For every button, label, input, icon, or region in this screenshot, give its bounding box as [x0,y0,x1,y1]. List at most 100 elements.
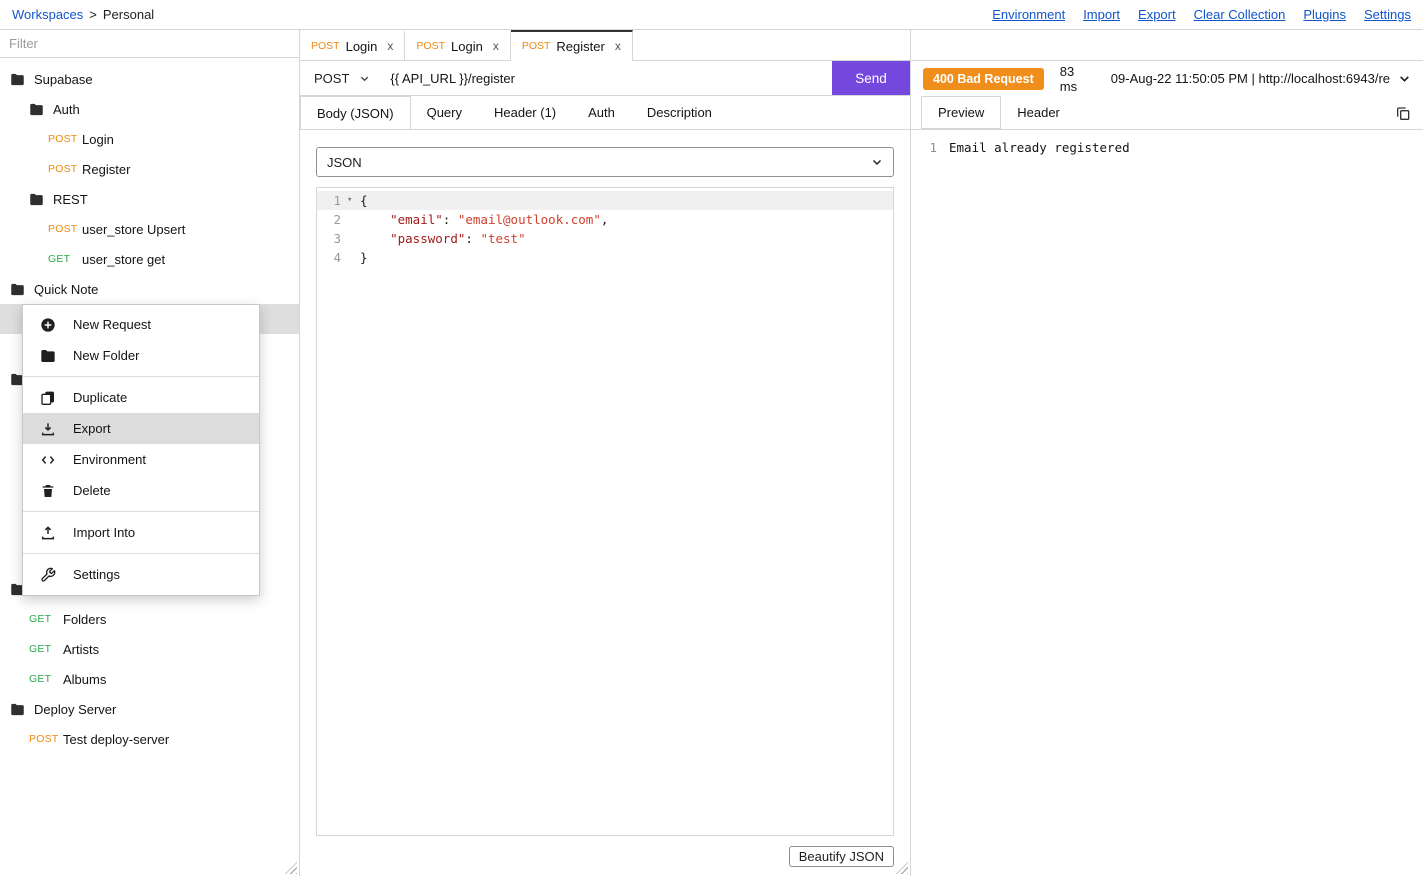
body-type-select[interactable]: JSON [316,147,894,177]
fold-arrow-icon[interactable]: ▾ [347,191,360,210]
tab-post-register[interactable]: POST Register x [510,30,633,61]
chevron-down-icon [359,73,370,84]
response-text: Email already registered [949,140,1130,155]
tab-post-login-2[interactable]: POST Login x [405,30,511,61]
editor-footer: Beautify JSON [300,836,910,876]
request-label: Test deploy-server [63,731,170,747]
tab-auth[interactable]: Auth [572,96,631,130]
url-input[interactable] [384,61,832,95]
settings-link[interactable]: Settings [1364,7,1411,22]
menu-item-label: Import Into [73,525,136,540]
sidebar-folder-deploy-server[interactable]: Deploy Server [0,694,299,724]
close-icon[interactable]: x [615,39,621,53]
menu-item-duplicate[interactable]: Duplicate [23,382,259,413]
response-meta: 09-Aug-22 11:50:05 PM | http://localhost… [1110,71,1390,86]
menu-item-label: New Folder [73,348,140,363]
method-select[interactable]: POST [300,61,384,95]
folder-label: REST [53,191,88,207]
sidebar-folder-rest[interactable]: REST [0,184,299,214]
request-bar: POST Send [300,61,910,96]
tab-post-login-1[interactable]: POST Login x [300,30,406,61]
wrench-icon [40,567,56,583]
editor-line-4: 4 } [317,248,893,267]
body-type-value: JSON [327,154,362,170]
folder-label: Quick Note [34,281,99,297]
menu-item-export[interactable]: Export [23,413,259,444]
menu-item-new-folder[interactable]: New Folder [23,340,259,371]
tab-preview[interactable]: Preview [921,96,1002,129]
tab-name-label: Login [345,38,378,54]
chevron-down-icon[interactable] [1398,72,1411,85]
request-label: Albums [63,671,107,687]
workspaces-link[interactable]: Workspaces [12,7,83,22]
sidebar-request-login[interactable]: POST Login [0,124,299,154]
copy-icon [1395,105,1411,121]
copy-response-button[interactable] [1395,96,1423,129]
editor-line-3: 3 "password": "test" [317,229,893,248]
topbar-links: Environment Import Export Clear Collecti… [992,7,1411,22]
menu-item-settings[interactable]: Settings [23,559,259,590]
tab-description[interactable]: Description [630,96,728,130]
menu-item-label: Delete [73,483,111,498]
json-body-editor[interactable]: 1 ▾ { 2 "email": "email@outlook.com", 3 … [316,187,894,836]
sidebar-request-register[interactable]: POST Register [0,154,299,184]
folder-icon [40,348,56,364]
menu-item-label: Environment [73,452,146,467]
environment-link[interactable]: Environment [992,7,1065,22]
line-number: 1 [333,193,341,208]
response-status-bar: 400 Bad Request 83 ms 09-Aug-22 11:50:05… [911,61,1423,96]
menu-item-environment[interactable]: Environment [23,444,259,475]
method-label: POST [48,163,78,175]
section-tabs-filler [727,96,910,130]
sidebar-request-user-store-upsert[interactable]: POST user_store Upsert [0,214,299,244]
sidebar-folder-quick-note[interactable]: Quick Note [0,274,299,304]
breadcrumb-separator: > [89,7,97,22]
tab-query[interactable]: Query [410,96,478,130]
method-label: GET [29,643,52,655]
menu-item-label: Duplicate [73,390,128,405]
request-label: Artists [63,641,100,657]
plugins-link[interactable]: Plugins [1303,7,1346,22]
menu-item-new-request[interactable]: New Request [23,309,259,340]
line-number: 4 [333,250,341,265]
menu-separator [23,511,259,512]
method-label: POST [29,733,59,745]
send-button[interactable]: Send [832,61,910,95]
context-menu: New Request New Folder Duplicate Export … [22,304,260,596]
menu-item-import-into[interactable]: Import Into [23,517,259,548]
response-history[interactable]: 09-Aug-22 11:50:05 PM | http://localhost… [1111,71,1411,86]
export-link[interactable]: Export [1138,7,1176,22]
menu-item-label: Settings [73,567,120,582]
line-number: 1 [929,140,937,155]
response-time: 83 ms [1059,63,1078,94]
circle-plus-icon [40,317,56,333]
sidebar-request-user-store-get[interactable]: GET user_store get [0,244,299,274]
sidebar-request-test-deploy-server[interactable]: POST Test deploy-server [0,724,299,754]
menu-separator [23,553,259,554]
menu-item-delete[interactable]: Delete [23,475,259,506]
menu-separator [23,376,259,377]
response-top-strip [911,30,1423,61]
filter-input[interactable] [0,30,299,58]
close-icon[interactable]: x [387,39,393,53]
close-icon[interactable]: x [493,39,499,53]
tab-method-label: POST [521,40,551,52]
sidebar-request-artists[interactable]: GET Artists [0,634,299,664]
tab-response-header[interactable]: Header [1001,96,1076,129]
request-label: user_store Upsert [82,221,186,237]
folder-label: Auth [53,101,80,117]
sidebar-request-albums[interactable]: GET Albums [0,664,299,694]
sidebar-request-folders[interactable]: GET Folders [0,604,299,634]
tab-header[interactable]: Header (1) [477,96,573,130]
beautify-json-button[interactable]: Beautify JSON [788,845,894,867]
request-section-tabs: Body (JSON) Query Header (1) Auth Descri… [300,96,910,130]
import-link[interactable]: Import [1083,7,1120,22]
code-icon [40,452,56,468]
tab-body-json[interactable]: Body (JSON) [300,96,411,130]
tabbar-filler [632,30,910,61]
sidebar-folder-auth[interactable]: Auth [0,94,299,124]
sidebar-folder-supabase[interactable]: Supabase [0,64,299,94]
tab-method-label: POST [416,40,445,52]
clear-collection-link[interactable]: Clear Collection [1194,7,1286,22]
status-badge: 400 Bad Request [923,67,1044,90]
